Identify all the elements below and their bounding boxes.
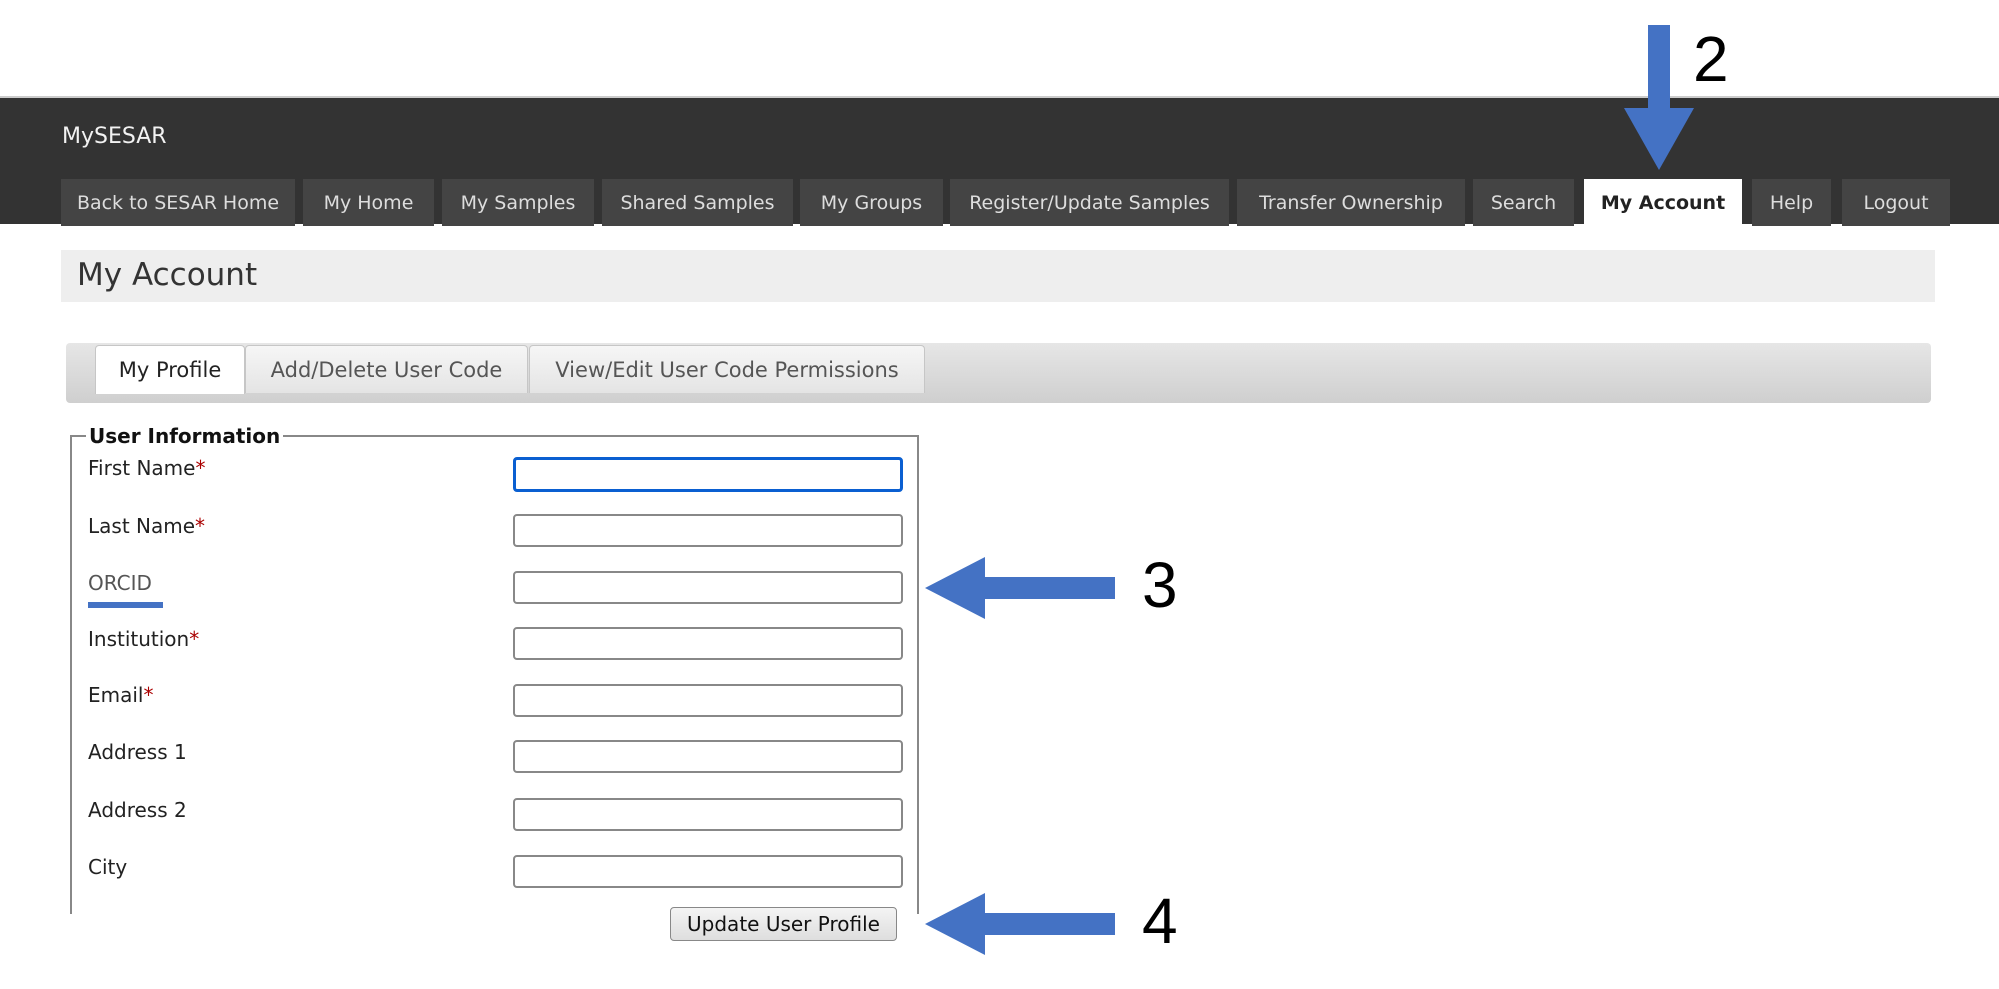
city-input[interactable] xyxy=(513,855,903,888)
nav-tab-help[interactable]: Help xyxy=(1752,179,1831,226)
nav-tab-logout[interactable]: Logout xyxy=(1842,179,1950,226)
required-marker: * xyxy=(195,514,206,538)
address2-input[interactable] xyxy=(513,798,903,831)
account-subtabs: My Profile Add/Delete User Code View/Edi… xyxy=(66,343,1931,403)
last-name-input[interactable] xyxy=(513,514,903,547)
main-nav: Back to SESAR Home My Home My Samples Sh… xyxy=(0,179,1999,226)
update-user-profile-button[interactable]: Update User Profile xyxy=(670,907,897,941)
city-label: City xyxy=(88,855,128,879)
nav-tab-my-account[interactable]: My Account xyxy=(1584,179,1742,226)
nav-tab-back-to-sesar-home[interactable]: Back to SESAR Home xyxy=(61,179,295,226)
nav-tab-shared-samples[interactable]: Shared Samples xyxy=(602,179,793,226)
nav-tab-my-groups[interactable]: My Groups xyxy=(800,179,943,226)
app-title: MySESAR xyxy=(62,124,167,149)
first-name-label: First Name* xyxy=(88,456,205,480)
annotation-arrow-down-icon xyxy=(1624,25,1694,170)
nav-tab-my-samples[interactable]: My Samples xyxy=(442,179,594,226)
address1-label: Address 1 xyxy=(88,740,187,764)
annotation-arrow-left-icon xyxy=(925,893,1115,955)
annotation-arrow-left-icon xyxy=(925,557,1115,619)
first-name-label-text: First Name xyxy=(88,456,196,480)
address1-input[interactable] xyxy=(513,740,903,773)
required-marker: * xyxy=(143,683,154,707)
address2-label: Address 2 xyxy=(88,798,187,822)
page-header: My Account xyxy=(61,250,1935,302)
institution-label-text: Institution xyxy=(88,627,190,651)
orcid-label[interactable]: ORCID xyxy=(88,571,152,595)
required-marker: * xyxy=(195,456,206,480)
required-marker: * xyxy=(189,627,200,651)
first-name-input[interactable] xyxy=(513,457,903,492)
nav-tab-search[interactable]: Search xyxy=(1473,179,1574,226)
institution-label: Institution* xyxy=(88,627,199,651)
last-name-label-text: Last Name xyxy=(88,514,196,538)
page-title: My Account xyxy=(77,257,258,293)
orcid-input[interactable] xyxy=(513,571,903,604)
subtab-my-profile[interactable]: My Profile xyxy=(95,345,245,394)
email-label-text: Email xyxy=(88,683,144,707)
orcid-highlight-underline xyxy=(88,602,163,608)
annotation-step-2: 2 xyxy=(1693,23,1729,95)
annotation-step-4: 4 xyxy=(1142,885,1178,957)
last-name-label: Last Name* xyxy=(88,514,205,538)
subtab-add-delete-user-code[interactable]: Add/Delete User Code xyxy=(245,345,528,393)
nav-tab-register-update-samples[interactable]: Register/Update Samples xyxy=(950,179,1229,226)
subtab-view-edit-user-code-permissions[interactable]: View/Edit User Code Permissions xyxy=(529,345,925,393)
annotation-step-3: 3 xyxy=(1142,549,1178,621)
user-information-legend: User Information xyxy=(89,424,281,448)
email-label: Email* xyxy=(88,683,154,707)
user-information-fieldset: User Information xyxy=(70,424,919,914)
institution-input[interactable] xyxy=(513,627,903,660)
nav-tab-my-home[interactable]: My Home xyxy=(303,179,434,226)
email-input[interactable] xyxy=(513,684,903,717)
nav-tab-transfer-ownership[interactable]: Transfer Ownership xyxy=(1237,179,1465,226)
